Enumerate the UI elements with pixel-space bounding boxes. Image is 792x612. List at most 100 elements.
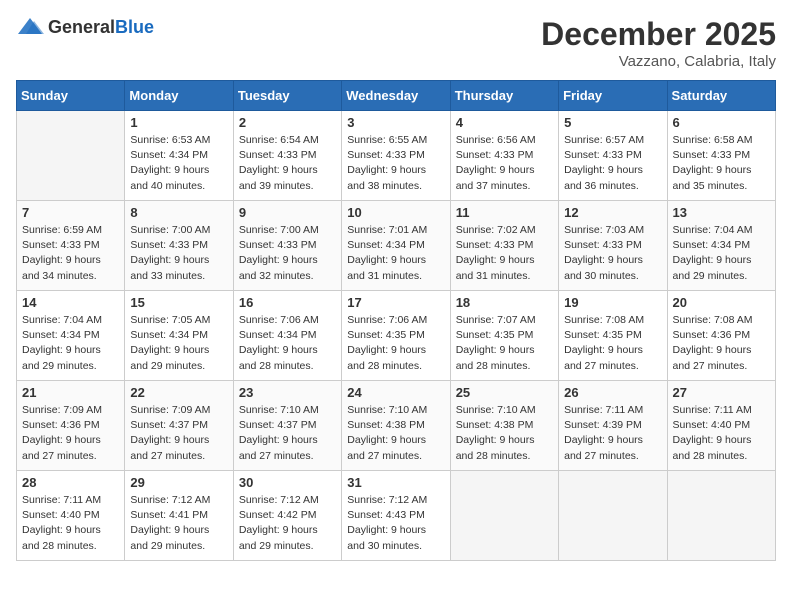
calendar-cell	[450, 471, 558, 561]
calendar-header-row: SundayMondayTuesdayWednesdayThursdayFrid…	[17, 81, 776, 111]
day-info: Sunrise: 7:12 AMSunset: 4:42 PMDaylight:…	[239, 493, 336, 554]
day-number: 28	[22, 475, 119, 490]
day-info: Sunrise: 7:04 AMSunset: 4:34 PMDaylight:…	[22, 313, 119, 374]
day-info: Sunrise: 7:10 AMSunset: 4:38 PMDaylight:…	[456, 403, 553, 464]
calendar-cell: 1 Sunrise: 6:53 AMSunset: 4:34 PMDaylight…	[125, 111, 233, 201]
day-info: Sunrise: 7:08 AMSunset: 4:36 PMDaylight:…	[673, 313, 770, 374]
day-number: 16	[239, 295, 336, 310]
day-info: Sunrise: 6:57 AMSunset: 4:33 PMDaylight:…	[564, 133, 661, 194]
calendar-cell: 6Sunrise: 6:58 AMSunset: 4:33 PMDaylight…	[667, 111, 775, 201]
day-info: Sunrise: 7:05 AMSunset: 4:34 PMDaylight:…	[130, 313, 227, 374]
calendar-cell: 24 Sunrise: 7:10 AMSunset: 4:38 PMDayligh…	[342, 381, 450, 471]
day-of-week-header: Monday	[125, 81, 233, 111]
logo-icon	[16, 16, 44, 38]
day-number: 21	[22, 385, 119, 400]
calendar-cell: 22 Sunrise: 7:09 AMSunset: 4:37 PMDayligh…	[125, 381, 233, 471]
day-info: Sunrise: 6:59 AMSunset: 4:33 PMDaylight:…	[22, 223, 119, 284]
calendar-cell	[17, 111, 125, 201]
day-number: 5	[564, 115, 661, 130]
day-number: 30	[239, 475, 336, 490]
day-info: Sunrise: 7:08 AMSunset: 4:35 PMDaylight:…	[564, 313, 661, 374]
calendar-cell: 30 Sunrise: 7:12 AMSunset: 4:42 PMDayligh…	[233, 471, 341, 561]
calendar-cell: 10 Sunrise: 7:01 AMSunset: 4:34 PMDayligh…	[342, 201, 450, 291]
calendar-week-row: 1 Sunrise: 6:53 AMSunset: 4:34 PMDaylight…	[17, 111, 776, 201]
day-of-week-header: Thursday	[450, 81, 558, 111]
day-info: Sunrise: 7:01 AMSunset: 4:34 PMDaylight:…	[347, 223, 444, 284]
calendar-cell: 31 Sunrise: 7:12 AMSunset: 4:43 PMDayligh…	[342, 471, 450, 561]
day-number: 11	[456, 205, 553, 220]
logo-text-blue: Blue	[115, 17, 154, 37]
day-number: 10	[347, 205, 444, 220]
calendar-cell	[559, 471, 667, 561]
calendar-cell: 26 Sunrise: 7:11 AMSunset: 4:39 PMDayligh…	[559, 381, 667, 471]
calendar-cell: 19 Sunrise: 7:08 AMSunset: 4:35 PMDayligh…	[559, 291, 667, 381]
day-number: 14	[22, 295, 119, 310]
logo: GeneralBlue	[16, 16, 154, 38]
day-info: Sunrise: 7:03 AMSunset: 4:33 PMDaylight:…	[564, 223, 661, 284]
calendar-week-row: 14 Sunrise: 7:04 AMSunset: 4:34 PMDayligh…	[17, 291, 776, 381]
page-header: GeneralBlue December 2025 Vazzano, Calab…	[16, 16, 776, 70]
day-of-week-header: Friday	[559, 81, 667, 111]
day-info: Sunrise: 6:56 AMSunset: 4:33 PMDaylight:…	[456, 133, 553, 194]
calendar-cell: 14 Sunrise: 7:04 AMSunset: 4:34 PMDayligh…	[17, 291, 125, 381]
day-info: Sunrise: 7:11 AMSunset: 4:40 PMDaylight:…	[673, 403, 770, 464]
day-info: Sunrise: 7:00 AMSunset: 4:33 PMDaylight:…	[239, 223, 336, 284]
day-info: Sunrise: 6:54 AMSunset: 4:33 PMDaylight:…	[239, 133, 336, 194]
day-number: 18	[456, 295, 553, 310]
day-number: 9	[239, 205, 336, 220]
title-block: December 2025 Vazzano, Calabria, Italy	[541, 16, 776, 70]
day-of-week-header: Wednesday	[342, 81, 450, 111]
day-number: 17	[347, 295, 444, 310]
day-info: Sunrise: 7:04 AMSunset: 4:34 PMDaylight:…	[673, 223, 770, 284]
day-info: Sunrise: 7:06 AMSunset: 4:35 PMDaylight:…	[347, 313, 444, 374]
calendar-cell: 25 Sunrise: 7:10 AMSunset: 4:38 PMDayligh…	[450, 381, 558, 471]
day-number: 26	[564, 385, 661, 400]
day-number: 27	[673, 385, 770, 400]
day-of-week-header: Tuesday	[233, 81, 341, 111]
location-label: Vazzano, Calabria, Italy	[541, 53, 776, 70]
day-info: Sunrise: 7:12 AMSunset: 4:43 PMDaylight:…	[347, 493, 444, 554]
day-number: 8	[130, 205, 227, 220]
calendar-cell: 11Sunrise: 7:02 AMSunset: 4:33 PMDayligh…	[450, 201, 558, 291]
calendar-cell: 23Sunrise: 7:10 AMSunset: 4:37 PMDayligh…	[233, 381, 341, 471]
day-number: 3	[347, 115, 444, 130]
day-number: 20	[673, 295, 770, 310]
day-info: Sunrise: 7:06 AMSunset: 4:34 PMDaylight:…	[239, 313, 336, 374]
day-info: Sunrise: 7:11 AMSunset: 4:39 PMDaylight:…	[564, 403, 661, 464]
day-info: Sunrise: 7:07 AMSunset: 4:35 PMDaylight:…	[456, 313, 553, 374]
day-number: 31	[347, 475, 444, 490]
calendar-week-row: 28Sunrise: 7:11 AMSunset: 4:40 PMDayligh…	[17, 471, 776, 561]
day-number: 12	[564, 205, 661, 220]
logo-text-general: General	[48, 17, 115, 37]
day-info: Sunrise: 6:53 AMSunset: 4:34 PMDaylight:…	[130, 133, 227, 194]
day-number: 23	[239, 385, 336, 400]
day-info: Sunrise: 7:00 AMSunset: 4:33 PMDaylight:…	[130, 223, 227, 284]
day-number: 25	[456, 385, 553, 400]
calendar-cell: 5 Sunrise: 6:57 AMSunset: 4:33 PMDaylight…	[559, 111, 667, 201]
calendar-cell: 3Sunrise: 6:55 AMSunset: 4:33 PMDaylight…	[342, 111, 450, 201]
calendar-cell: 28Sunrise: 7:11 AMSunset: 4:40 PMDayligh…	[17, 471, 125, 561]
day-number: 15	[130, 295, 227, 310]
calendar-cell: 27 Sunrise: 7:11 AMSunset: 4:40 PMDayligh…	[667, 381, 775, 471]
calendar-cell	[667, 471, 775, 561]
day-number: 29	[130, 475, 227, 490]
day-info: Sunrise: 7:09 AMSunset: 4:36 PMDaylight:…	[22, 403, 119, 464]
day-number: 19	[564, 295, 661, 310]
day-info: Sunrise: 7:10 AMSunset: 4:38 PMDaylight:…	[347, 403, 444, 464]
day-number: 1	[130, 115, 227, 130]
day-of-week-header: Saturday	[667, 81, 775, 111]
day-number: 2	[239, 115, 336, 130]
day-number: 4	[456, 115, 553, 130]
day-number: 22	[130, 385, 227, 400]
calendar-week-row: 21 Sunrise: 7:09 AMSunset: 4:36 PMDayligh…	[17, 381, 776, 471]
calendar-cell: 29Sunrise: 7:12 AMSunset: 4:41 PMDayligh…	[125, 471, 233, 561]
day-number: 7	[22, 205, 119, 220]
day-of-week-header: Sunday	[17, 81, 125, 111]
day-number: 24	[347, 385, 444, 400]
day-info: Sunrise: 7:09 AMSunset: 4:37 PMDaylight:…	[130, 403, 227, 464]
calendar-cell: 4 Sunrise: 6:56 AMSunset: 4:33 PMDaylight…	[450, 111, 558, 201]
day-number: 13	[673, 205, 770, 220]
calendar-cell: 15 Sunrise: 7:05 AMSunset: 4:34 PMDayligh…	[125, 291, 233, 381]
month-title: December 2025	[541, 16, 776, 53]
calendar-week-row: 7 Sunrise: 6:59 AMSunset: 4:33 PMDaylight…	[17, 201, 776, 291]
